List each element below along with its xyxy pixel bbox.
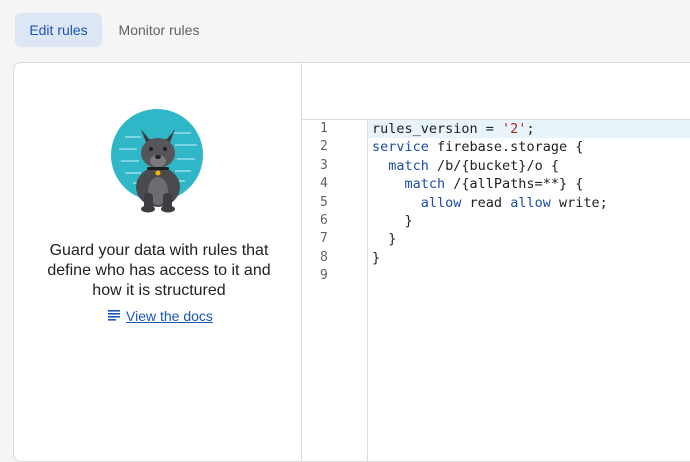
code-line[interactable]: } [368, 230, 690, 248]
empty-state-description: Guard your data with rules that define w… [47, 242, 271, 299]
code-token: service [372, 139, 429, 156]
code-token: write; [550, 194, 608, 211]
editor-panel: 123456789 rules_version = '2'; service fi… [302, 63, 690, 461]
line-number: 4 [320, 176, 328, 192]
line-number: 3 [320, 157, 328, 173]
code-token: } [372, 249, 381, 266]
view-docs-link[interactable]: View the docs [126, 306, 213, 326]
code-token: /b/{bucket}/o { [428, 157, 559, 174]
code-token: } [388, 231, 397, 248]
code-token: ; [526, 121, 535, 137]
code-editor[interactable]: 123456789 rules_version = '2'; service fi… [302, 120, 690, 461]
tab-monitor-rules[interactable]: Monitor rules [102, 13, 216, 47]
tab-edit-rules[interactable]: Edit rules [15, 13, 102, 47]
code-line[interactable]: service firebase.storage { [368, 138, 690, 156]
code-line[interactable]: rules_version = '2'; [368, 120, 690, 139]
code-line[interactable]: match /b/{bucket}/o { [368, 157, 690, 175]
code-line[interactable]: } [368, 212, 690, 230]
line-number-gutter: 1 2 3 4 5 6 7 8 9 [302, 120, 368, 461]
code-token: allow [420, 194, 462, 211]
line-number: 6 [320, 212, 328, 228]
code-line[interactable]: } [368, 249, 690, 267]
line-number: 5 [320, 194, 328, 210]
line-number: 9 [320, 268, 328, 284]
line-number: 2 [320, 139, 328, 155]
rules-tabs: Edit rules Monitor rules [0, 0, 690, 60]
code-token: '2' [502, 121, 527, 137]
code-token: firebase.storage { [428, 139, 584, 156]
line-number: 8 [320, 249, 328, 265]
code-line[interactable] [368, 267, 690, 285]
code-token: } [404, 212, 413, 229]
editor-toolbar [302, 63, 690, 120]
line-number: 1 [320, 121, 328, 136]
code-token: match [404, 176, 446, 193]
code-line[interactable]: match /{allPaths=**} { [368, 175, 690, 193]
code-line[interactable]: allow read allow write; [368, 194, 690, 212]
code-token: rules_version = [372, 121, 503, 137]
code-token: read [461, 194, 511, 211]
code-token: /{allPaths=**} { [445, 176, 584, 193]
code-token: allow [510, 194, 551, 211]
info-panel: Guard your data with rules that define w… [14, 63, 302, 461]
line-number: 7 [320, 231, 328, 247]
dog-mascot-icon [111, 109, 203, 213]
list-doc-icon [108, 310, 120, 321]
code-area[interactable]: rules_version = '2'; service firebase.sto… [368, 120, 690, 286]
code-token: match [388, 157, 429, 174]
rules-card: Guard your data with rules that define w… [13, 62, 690, 462]
